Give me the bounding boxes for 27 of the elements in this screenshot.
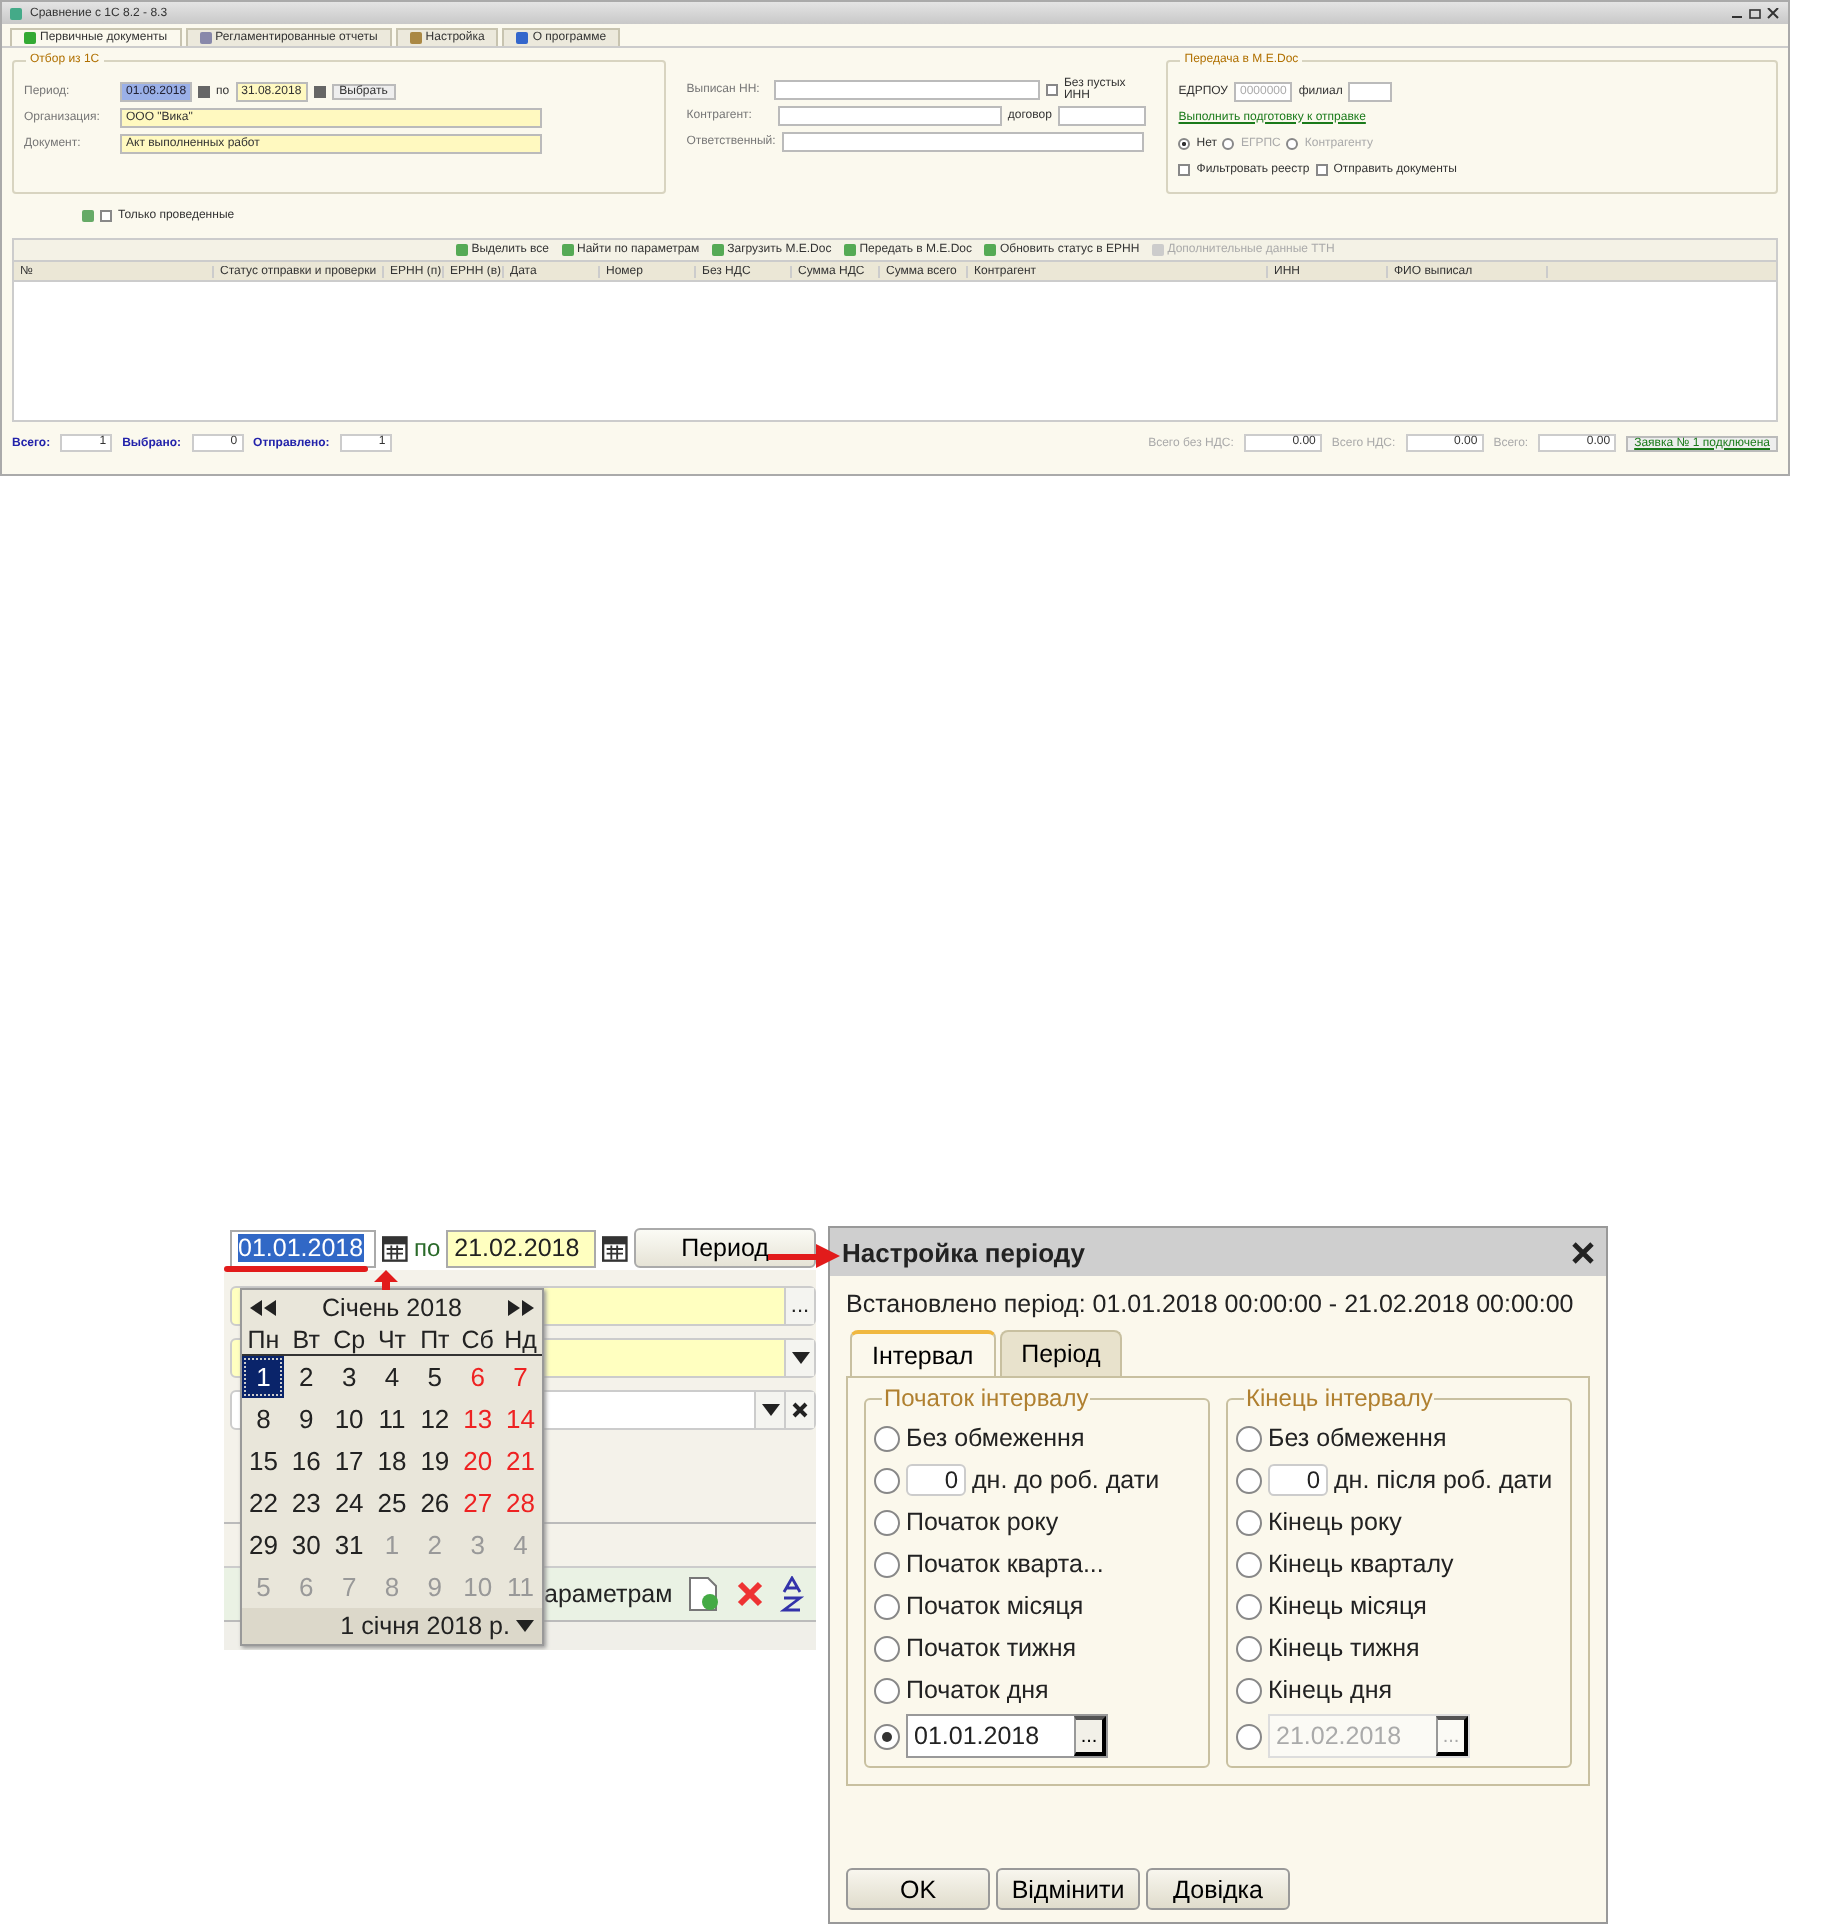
- radio-label: Без обмеження: [906, 1424, 1085, 1452]
- radio-label: Початок року: [906, 1508, 1059, 1536]
- weekday-label: Нд: [502, 1326, 539, 1354]
- radio-label: Кінець дня: [1268, 1676, 1393, 1704]
- radio-label: Початок тижня: [906, 1634, 1077, 1662]
- weekday-label: Сб: [459, 1326, 496, 1354]
- radio-label: Початок кварта...: [906, 1550, 1104, 1578]
- radio-label: Кінець місяця: [1268, 1592, 1427, 1620]
- calendar-month: Січень 2018: [322, 1294, 462, 1322]
- radio-label: Початок дня: [906, 1676, 1049, 1704]
- field-label: по: [413, 1234, 441, 1262]
- radio-label: Без обмеження: [1268, 1424, 1447, 1452]
- radio-label: дн. до роб. дати: [972, 1466, 1160, 1494]
- weekday-label: Вт: [290, 1326, 322, 1354]
- period-summary: Встановлено період: 01.01.2018 00:00:00 - 21.02.2018 00:00:00: [844, 1288, 1576, 1322]
- group-title: Початок інтервалу: [882, 1384, 1091, 1412]
- weekday-label: Пн: [245, 1326, 282, 1354]
- weekday-label: Пт: [418, 1326, 452, 1354]
- radio-label: Кінець кварталу: [1268, 1550, 1454, 1578]
- radio-label: Кінець тижня: [1268, 1634, 1420, 1662]
- group-title: Кінець інтервалу: [1244, 1384, 1435, 1412]
- radio-label: Кінець року: [1268, 1508, 1402, 1536]
- weekday-label: Чт: [375, 1326, 409, 1354]
- dialog-title: Настройка періоду: [842, 1237, 1085, 1267]
- radio-label: Початок місяця: [906, 1592, 1084, 1620]
- radio-label: дн. після роб. дати: [1334, 1466, 1553, 1494]
- weekday-label: Ср: [331, 1326, 368, 1354]
